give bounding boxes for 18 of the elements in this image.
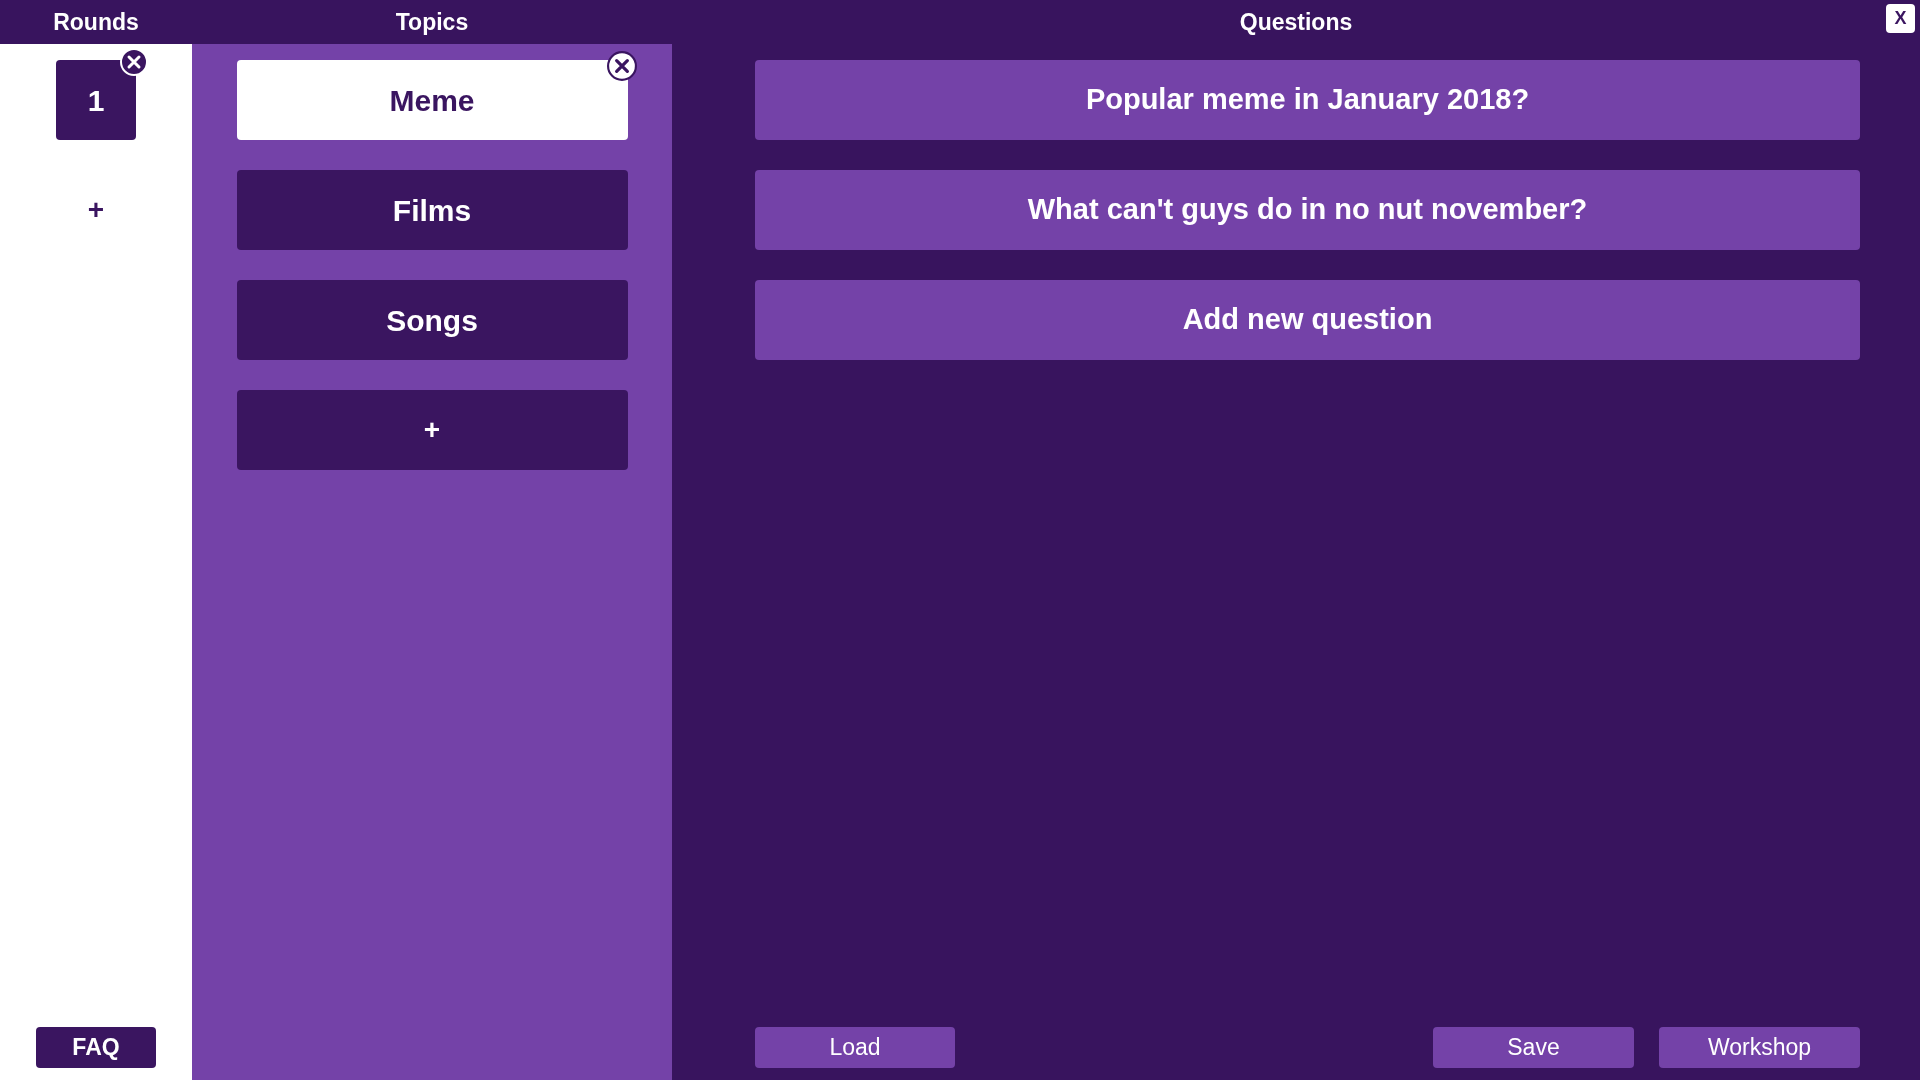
action-button[interactable]: Workshop — [1659, 1027, 1860, 1068]
close-button[interactable]: X — [1886, 4, 1915, 33]
column-heading: Rounds — [53, 7, 139, 37]
add-round-button[interactable]: + — [87, 196, 105, 224]
topic-button[interactable]: Films — [236, 170, 628, 250]
close-icon[interactable] — [606, 51, 637, 81]
question-button[interactable]: What can't guys do in no nut november? — [755, 170, 1860, 250]
add-question-button[interactable]: Add new question — [755, 280, 1860, 360]
question-button[interactable]: Popular meme in January 2018? — [755, 60, 1860, 140]
add-topic-button[interactable]: + — [236, 390, 628, 470]
column-heading: Questions — [1239, 7, 1353, 37]
column-heading: Topics — [395, 7, 469, 37]
round-button[interactable]: 1 — [56, 60, 136, 140]
action-button[interactable]: Load — [755, 1027, 955, 1068]
topic-button[interactable]: Songs — [236, 280, 628, 360]
topic-button[interactable]: Meme — [236, 60, 628, 140]
faq-button[interactable]: FAQ — [36, 1027, 156, 1068]
action-button[interactable]: Save — [1433, 1027, 1634, 1068]
